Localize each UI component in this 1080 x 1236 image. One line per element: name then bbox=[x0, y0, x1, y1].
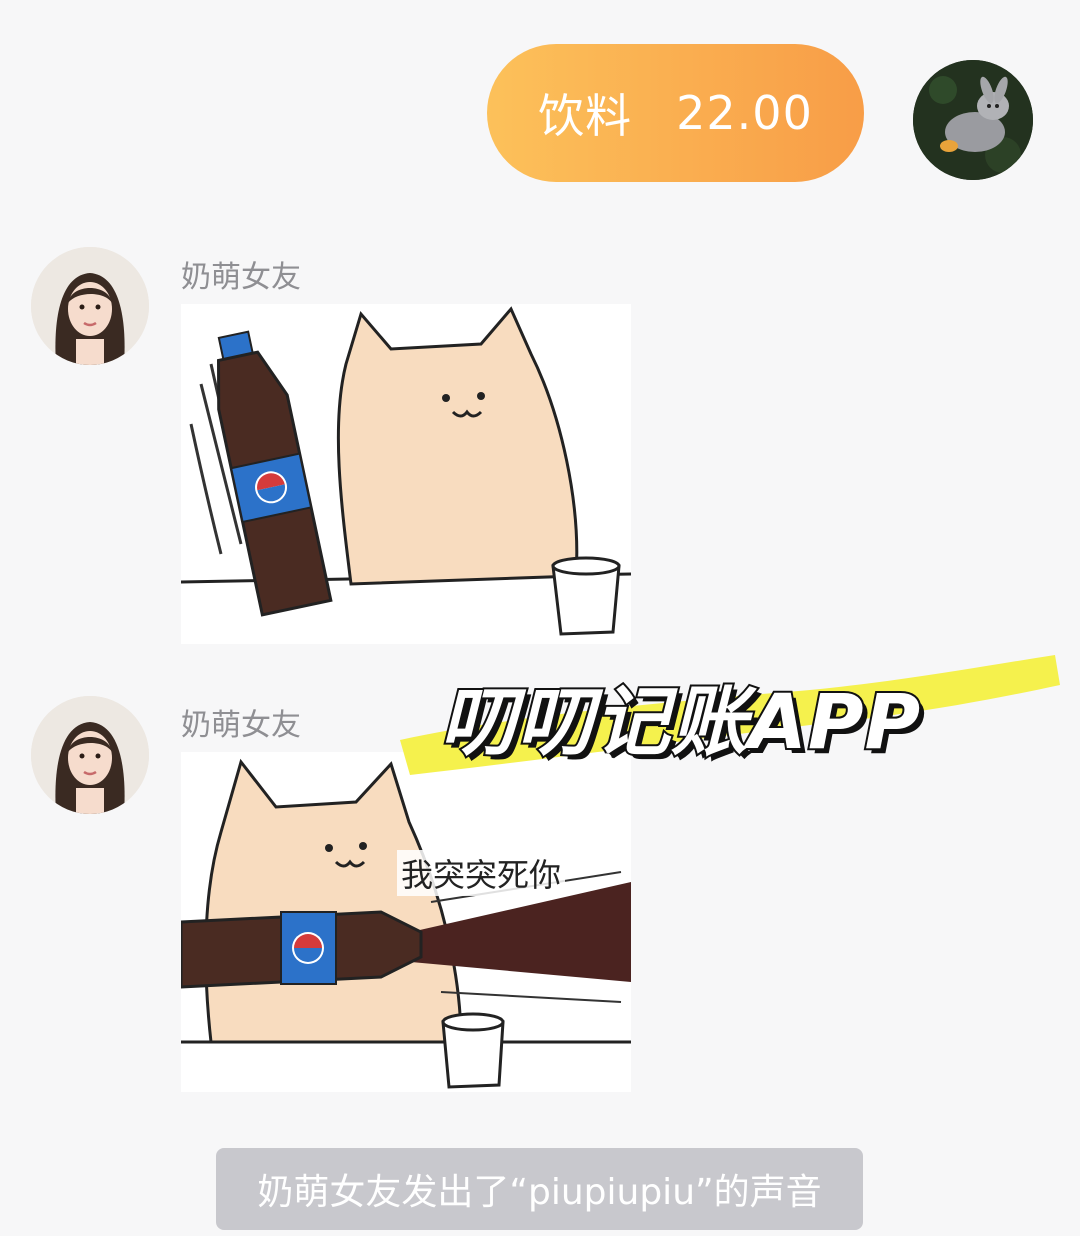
girlfriend-avatar[interactable] bbox=[31, 696, 149, 814]
expense-category: 饮料 bbox=[538, 89, 633, 143]
expense-amount: 22.00 bbox=[676, 86, 813, 140]
my-avatar[interactable] bbox=[913, 60, 1033, 180]
plush-donkey-avatar-image bbox=[913, 60, 1033, 180]
outgoing-expense-bubble[interactable]: 饮料 22.00 bbox=[487, 44, 864, 182]
girlfriend-avatar-image bbox=[31, 247, 149, 365]
cat-shaking-cola-image bbox=[181, 304, 631, 644]
system-notice: 奶萌女友发出了“piupiupiu”的声音 bbox=[216, 1148, 863, 1230]
sender-name: 奶萌女友 bbox=[181, 260, 301, 295]
cat-cola-sticker-1[interactable] bbox=[181, 304, 631, 644]
app-watermark: 叨叨记账APP bbox=[438, 675, 922, 768]
sticker-caption: 我突突死你 bbox=[397, 850, 566, 896]
girlfriend-avatar-image bbox=[31, 696, 149, 814]
cat-cola-sticker-2[interactable] bbox=[181, 752, 631, 1092]
sender-name: 奶萌女友 bbox=[181, 708, 301, 743]
cat-spraying-cola-image bbox=[181, 752, 631, 1092]
girlfriend-avatar[interactable] bbox=[31, 247, 149, 365]
